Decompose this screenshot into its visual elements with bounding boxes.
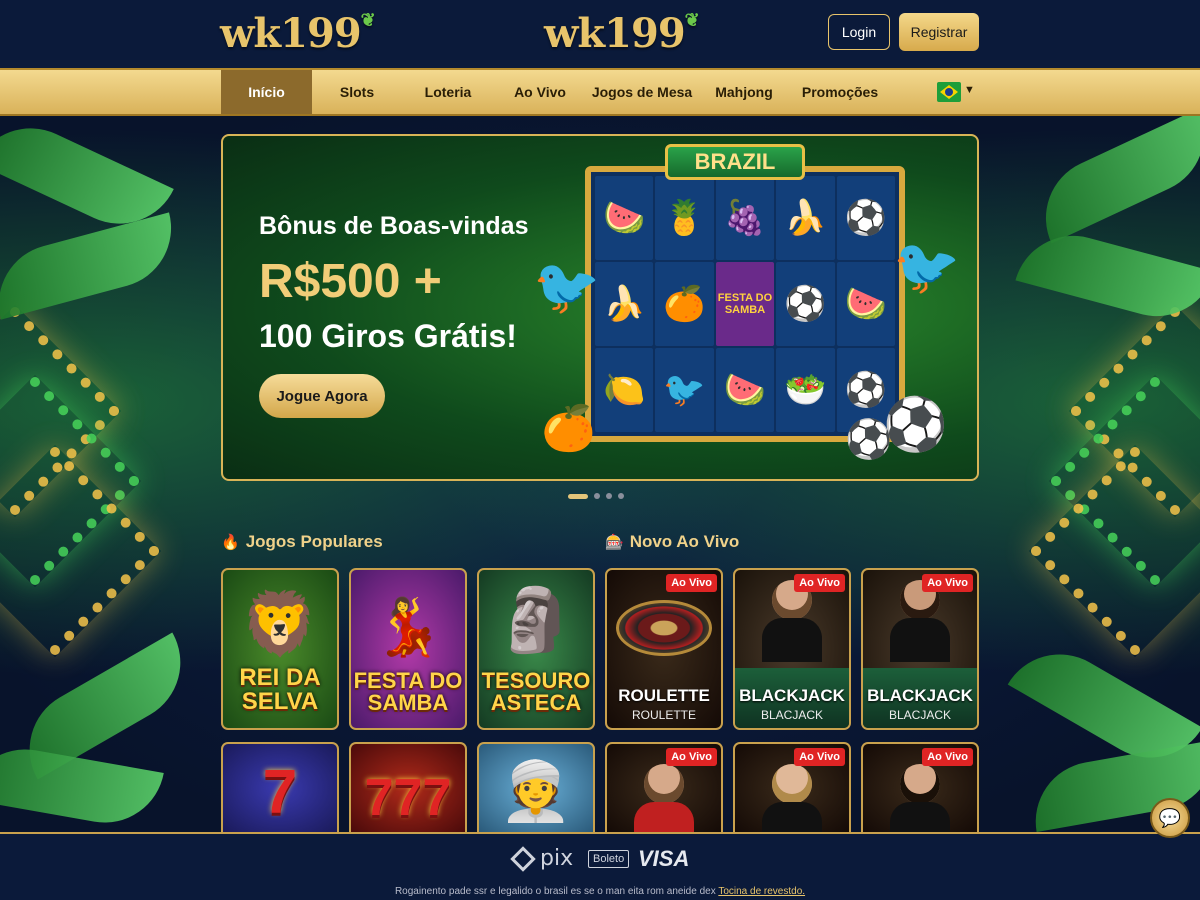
fire-icon: 🔥 <box>221 534 240 551</box>
game-card-sevens[interactable]: 7 <box>221 742 339 832</box>
live-badge: Ao Vivo <box>922 574 973 592</box>
nav-item-slots[interactable]: Slots <box>312 70 402 114</box>
carousel-dot[interactable] <box>594 493 600 499</box>
slot-machine-art: 🍉 🍍 🍇 🍌 ⚽ 🍌 🍊 FESTA DO SAMBA ⚽ 🍉 🍋 🐦 🍉 🥗 ⚽ <box>585 166 905 442</box>
carousel-dot[interactable] <box>618 493 624 499</box>
game-title: 7 <box>262 758 298 827</box>
dealer-avatar <box>900 764 940 804</box>
toucan-icon: 🐦 <box>893 237 961 297</box>
register-button[interactable]: Registrar <box>899 13 979 51</box>
carousel-indicator <box>568 493 624 499</box>
slot-title-brazil: BRAZIL <box>665 144 805 180</box>
lion-icon: 🦁 <box>241 590 319 659</box>
live-card-6[interactable]: Ao Vivo <box>861 742 979 832</box>
live-game-name: BLACKJACK <box>739 686 845 705</box>
live-game-sub: BLACJACK <box>888 708 952 722</box>
live-game-sub: BLACJACK <box>760 708 824 722</box>
background-right-decoration <box>970 116 1200 832</box>
popular-games-title: 🔥 Jogos Populares <box>221 532 383 551</box>
live-card-4[interactable]: Ao Vivo <box>605 742 723 832</box>
game-title: REI DA SELVA <box>239 664 321 715</box>
live-game-sub: ROULETTE <box>631 708 696 722</box>
nav-item-ao-vivo[interactable]: Ao Vivo <box>494 70 586 114</box>
nav-item-jogos-de-mesa[interactable]: Jogos de Mesa <box>586 70 698 114</box>
brazil-flag-icon[interactable] <box>937 82 961 102</box>
live-badge: Ao Vivo <box>666 574 717 592</box>
site-logo-center[interactable]: wk199❦ <box>544 10 700 57</box>
aztec-mask-icon: 🗿 <box>497 586 575 655</box>
visa-payment-logo: VISA <box>638 846 690 871</box>
nav-item-loteria[interactable]: Loteria <box>402 70 494 114</box>
game-card-triple-seven[interactable]: 777 <box>349 742 467 832</box>
footer-link[interactable]: Tocina de revestdo. <box>718 886 805 897</box>
soccer-ball-icon: ⚽ <box>883 396 948 454</box>
live-card-roulette[interactable]: Ao Vivo ROULETTE ROULETTE <box>605 568 723 730</box>
nav-item-promocoes[interactable]: Promoções <box>790 70 890 114</box>
soccer-ball-icon: ⚽ <box>845 419 893 461</box>
login-button[interactable]: Login <box>828 14 890 50</box>
game-card-rei-da-selva[interactable]: 🦁 REI DA SELVA <box>221 568 339 730</box>
game-card-egypt[interactable]: 👳 <box>477 742 595 832</box>
banner-headline: Bônus de Boas-vindas <box>259 212 529 240</box>
live-badge: Ao Vivo <box>922 748 973 766</box>
background-left-decoration <box>0 116 230 832</box>
game-title: 777 <box>364 769 452 827</box>
roulette-wheel-icon <box>616 600 712 656</box>
game-card-festa-do-samba[interactable]: 💃 FESTA DO SAMBA <box>349 568 467 730</box>
live-badge: Ao Vivo <box>794 574 845 592</box>
dealer-avatar <box>644 764 684 804</box>
chat-bubble-icon[interactable]: 💬 <box>1150 798 1190 838</box>
live-badge: Ao Vivo <box>666 748 717 766</box>
game-title: TESOURO ASTECA <box>481 668 591 715</box>
carousel-dot[interactable] <box>568 493 588 499</box>
samba-dancer-icon: 💃 <box>373 595 443 658</box>
pharaoh-icon: 👳 <box>499 759 573 824</box>
new-live-title: 🎰 Novo Ao Vivo <box>605 532 740 551</box>
live-card-blackjack-1[interactable]: Ao Vivo BLACKJACK BLACJACK <box>733 568 851 730</box>
orange-icon: 🍊 <box>541 404 596 453</box>
toucan-icon: 🐦 <box>533 257 601 317</box>
carousel-dot[interactable] <box>606 493 612 499</box>
site-header: wk199❦ wk199❦ Login Registrar <box>0 0 1200 68</box>
live-game-name: BLACKJACK <box>867 686 973 705</box>
footer-legal-text: Rogainento pade ssr e legalido o brasil … <box>394 886 806 897</box>
boleto-payment-logo: Boleto <box>588 850 630 868</box>
live-card-blackjack-2[interactable]: Ao Vivo BLACKJACK BLACJACK <box>861 568 979 730</box>
site-footer: pix Boleto VISA Rogainento pade ssr e le… <box>0 832 1200 900</box>
banner-spins: 100 Giros Grátis! <box>259 318 517 354</box>
slot-symbol-samba: FESTA DO SAMBA <box>715 262 775 346</box>
nav-item-mahjong[interactable]: Mahjong <box>698 70 790 114</box>
live-card-5[interactable]: Ao Vivo <box>733 742 851 832</box>
live-badge: Ao Vivo <box>794 748 845 766</box>
chevron-down-icon[interactable]: ▼ <box>964 84 975 96</box>
live-game-name: ROULETTE <box>618 686 710 705</box>
main-nav: Início Slots Loteria Ao Vivo Jogos de Me… <box>0 68 1200 116</box>
banner-amount: R$500 + <box>259 255 442 308</box>
game-title: FESTA DO SAMBA <box>353 668 463 715</box>
play-now-button[interactable]: Jogue Agora <box>259 374 385 418</box>
pix-payment-logo: pix <box>510 845 573 872</box>
game-card-tesouro-asteca[interactable]: 🗿 TESOURO ASTECA <box>477 568 595 730</box>
site-logo[interactable]: wk199❦ <box>220 10 376 57</box>
live-dealer-icon: 🎰 <box>605 534 624 551</box>
promo-banner[interactable]: Bônus de Boas-vindas R$500 + 100 Giros G… <box>221 134 979 481</box>
pix-icon <box>510 845 536 872</box>
nav-item-inicio[interactable]: Início <box>221 70 312 114</box>
dealer-avatar <box>772 764 812 804</box>
